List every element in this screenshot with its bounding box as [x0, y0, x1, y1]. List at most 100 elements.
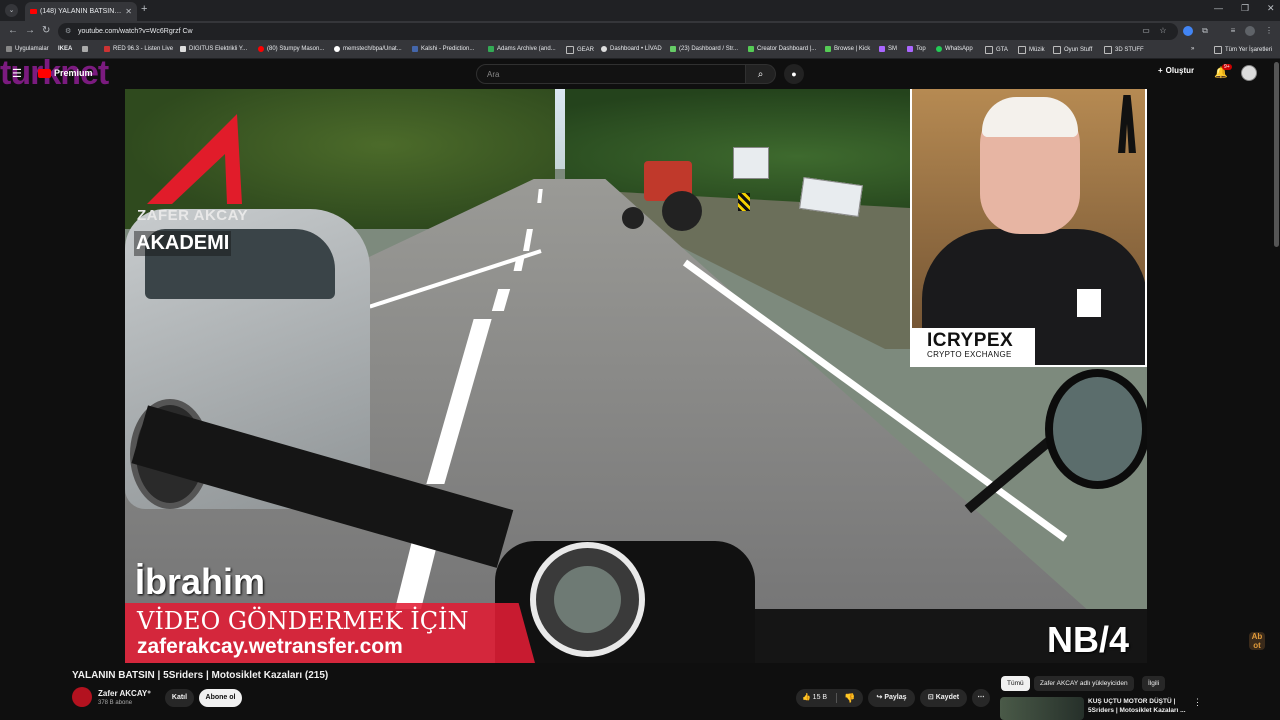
maximize-icon[interactable]: ❐ — [1241, 3, 1249, 14]
youtube-logo-text: Premium — [54, 68, 93, 78]
bookmark-item[interactable]: Dashboard • LİVAD — [601, 46, 662, 52]
kick-icon — [748, 46, 754, 52]
media-icon[interactable]: ≡ — [1228, 26, 1238, 36]
profile-icon[interactable] — [1245, 26, 1255, 36]
bookmark-item[interactable]: WhatsApp — [936, 46, 973, 52]
notification-count-badge: 9+ — [1222, 64, 1232, 70]
bookmark-item[interactable]: Uygulamalar — [6, 46, 49, 52]
create-button[interactable]: + Oluştur — [1158, 66, 1194, 75]
road-sign — [733, 147, 769, 179]
folder-icon — [566, 46, 574, 54]
chip-all[interactable]: Tümü — [1001, 676, 1030, 691]
bookmark-item[interactable]: SM — [879, 46, 897, 52]
thumbs-down-icon: 👎 — [844, 693, 856, 703]
site-info-icon[interactable]: ⚙ — [65, 23, 71, 40]
more-actions-button[interactable]: ⋯ — [972, 689, 990, 707]
bookmark-item[interactable]: Adams Archive (and... — [488, 46, 556, 52]
join-button[interactable]: Katıl — [165, 689, 194, 707]
tractor-wheel — [622, 207, 644, 229]
address-bar[interactable]: ⚙ youtube.com/watch?v=Wc6Rgrzf Cw — [58, 23, 1178, 40]
folder-icon — [1214, 46, 1222, 54]
like-button[interactable]: 👍 15 B — [802, 689, 827, 707]
grid-icon — [82, 46, 88, 52]
extension-icon[interactable] — [1183, 26, 1193, 36]
bookmark-item[interactable]: IKEA — [58, 46, 72, 52]
bookmark-item[interactable]: Müzik — [1018, 46, 1045, 54]
close-window-icon[interactable]: ✕ — [1267, 3, 1275, 14]
address-url: youtube.com/watch?v=Wc6Rgrzf Cw — [78, 28, 193, 35]
page-scrollbar[interactable] — [1274, 62, 1279, 247]
rear-mirror — [1045, 369, 1147, 489]
extensions-puzzle-icon[interactable]: ⧉ — [1200, 26, 1210, 36]
chip-related[interactable]: İlgili — [1142, 676, 1166, 691]
bookmark-item[interactable]: (23) Dashboard / Str... — [670, 46, 738, 52]
kick-icon — [825, 46, 831, 52]
folder-icon — [985, 46, 993, 54]
microphone-icon: ● — [791, 69, 797, 79]
dashboard-icon — [601, 46, 607, 52]
speedometer-face — [554, 566, 621, 633]
recommendation-thumbnail[interactable] — [1000, 697, 1084, 720]
browser-tab-active[interactable]: (148) YALANIN BATSIN | 5Sr... ✕ — [25, 2, 137, 21]
bookmark-item[interactable]: DIGITUS Elektrikli Y... — [180, 46, 247, 52]
recommendation-menu-icon[interactable]: ⋮ — [1193, 697, 1202, 708]
video-player[interactable]: ZAFER AKCAY AKADEMI ICRYPEX CRYPTO EXCHA… — [125, 89, 1147, 663]
bookmarks-overflow-icon[interactable]: » — [1191, 46, 1194, 52]
channel-name[interactable]: Zafer AKCAY — [98, 689, 147, 698]
voice-search-button[interactable]: ● — [784, 64, 804, 84]
tab-search-icon[interactable]: ⌄ — [5, 4, 18, 17]
save-button[interactable]: ⊡ Kaydet — [920, 689, 967, 707]
video-title: YALANIN BATSIN | 5Sriders | Motosiklet K… — [72, 670, 329, 681]
youtube-logo[interactable]: Premium — [38, 68, 93, 78]
speedometer — [530, 542, 645, 657]
reload-icon[interactable]: ↻ — [42, 25, 50, 36]
account-avatar[interactable] — [1241, 65, 1257, 81]
back-icon[interactable]: ← — [8, 25, 18, 36]
bookmark-item[interactable]: Kalshi - Prediction... — [412, 46, 474, 52]
tab-close-icon[interactable]: ✕ — [125, 7, 132, 16]
bookmark-item[interactable]: memstech/bpa/Unat... — [334, 46, 402, 52]
bookmarks-bar: Uygulamalar IKEA RED 96.3 - Listen Live … — [0, 42, 1280, 59]
bookmark-item[interactable]: Creator Dashboard |... — [748, 46, 816, 52]
sponsor-box: ICRYPEX CRYPTO EXCHANGE — [912, 328, 1035, 365]
channel-avatar[interactable] — [72, 687, 92, 707]
bookmark-star-icon[interactable]: ☆ — [1158, 26, 1168, 36]
new-tab-icon[interactable]: + — [141, 3, 147, 15]
recommendation-title[interactable]: KUŞ UÇTU MOTOR DÜŞTÜ | 5Sriders | Motosi… — [1088, 697, 1188, 715]
bookmark-item[interactable]: GEAR — [566, 46, 594, 54]
forward-icon[interactable]: → — [25, 25, 35, 36]
tractor-wheel — [662, 191, 702, 231]
archive-icon — [488, 46, 494, 52]
episode-code: NB/4 — [1047, 619, 1130, 660]
bookmark-item[interactable]: GTA — [985, 46, 1008, 54]
share-button[interactable]: ↪ Paylaş — [868, 689, 915, 707]
search-button[interactable]: ⌕ — [746, 64, 776, 84]
cast-icon[interactable]: ▭ — [1141, 26, 1151, 36]
bookmark-item[interactable]: Top — [907, 46, 926, 52]
folder-icon — [1104, 46, 1112, 54]
all-bookmarks[interactable]: Tüm Yer İşaretleri — [1214, 46, 1272, 54]
banner-line1: VİDEO GÖNDERMEK İÇİN — [137, 607, 469, 635]
sponsor-name: ICRYPEX — [927, 330, 1014, 351]
bookmark-item[interactable]: Browse | Kick — [825, 46, 870, 52]
kalshi-icon — [412, 46, 418, 52]
bookmark-item[interactable]: (80) Stumpy Mason... — [258, 46, 324, 52]
whatsapp-icon — [936, 46, 942, 52]
bookmark-item[interactable]: RED 96.3 - Listen Live — [104, 46, 173, 52]
dislike-button[interactable]: 👎 — [844, 689, 855, 707]
bookmark-item[interactable]: Oyun Stuff — [1053, 46, 1092, 54]
side-watermark: Ab ot — [1249, 632, 1265, 650]
menu-kebab-icon[interactable]: ⋮ — [1264, 26, 1274, 36]
chip-from-uploader[interactable]: Zafer AKCAY adlı yükleyiciden — [1034, 676, 1134, 691]
search-input[interactable]: Ara — [476, 64, 746, 84]
plus-icon: + — [1158, 66, 1163, 75]
red-tractor — [622, 161, 702, 231]
bookmark-item[interactable] — [82, 46, 88, 52]
minimize-icon[interactable]: — — [1214, 3, 1223, 13]
subscribe-button[interactable]: Abone ol — [199, 689, 242, 707]
presenter-hair — [982, 97, 1078, 137]
bookmark-item[interactable]: 3D STUFF — [1104, 46, 1144, 54]
shirt-logo-icon — [1077, 289, 1101, 317]
menu-hamburger-icon[interactable]: ☰ — [12, 67, 22, 80]
bookmark-icon: ⊡ — [927, 694, 936, 701]
